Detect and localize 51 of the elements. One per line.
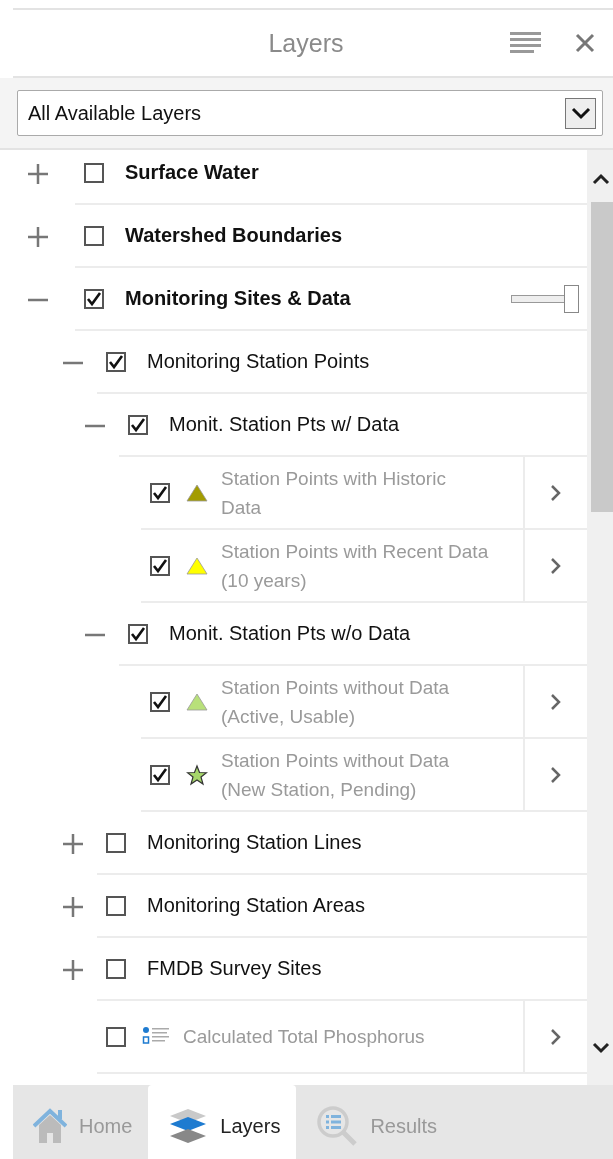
layer-label: Monit. Station Pts w/ Data [169, 413, 400, 436]
close-icon[interactable] [575, 33, 595, 53]
checkbox[interactable] [106, 1026, 126, 1047]
checkbox[interactable] [106, 832, 126, 853]
chevron-right-icon [550, 692, 562, 711]
nav-tab[interactable]: Layers [148, 1085, 297, 1159]
checkbox[interactable] [150, 691, 170, 712]
chevron-right-icon [550, 556, 562, 575]
slider-thumb[interactable] [564, 284, 579, 313]
layer-label: Monitoring Sites & Data [125, 287, 351, 310]
chevron-right-icon [550, 1027, 562, 1046]
checkbox[interactable] [106, 958, 126, 979]
checkbox[interactable] [128, 623, 148, 644]
layer-label: Calculated Total Phosphorus [183, 1025, 426, 1049]
scroll-down-icon[interactable] [592, 1041, 610, 1055]
layer-label: Station Points without Data (Active, Usable) [221, 675, 451, 729]
layer-label: Monitoring Station Lines [147, 831, 362, 854]
layer-label: Station Points with Historic Data [221, 466, 447, 520]
checkbox[interactable] [84, 225, 104, 246]
layer-label: Monit. Station Pts w/o Data [169, 622, 411, 645]
checkbox[interactable] [150, 555, 170, 576]
panel-title: Layers [267, 28, 345, 58]
scrollbar-thumb[interactable] [591, 202, 613, 512]
checkbox[interactable] [150, 482, 170, 503]
layer-label: Watershed Boundaries [125, 224, 343, 247]
expand-icon[interactable] [62, 895, 84, 918]
checkbox[interactable] [84, 288, 104, 309]
chevron-right-icon [550, 765, 562, 784]
scroll-up-icon[interactable] [592, 172, 610, 186]
layer-label: FMDB Survey Sites [147, 957, 322, 980]
checkbox[interactable] [128, 414, 148, 435]
search-results-icon [316, 1105, 359, 1147]
menu-icon[interactable] [509, 31, 543, 55]
expand-icon[interactable] [27, 225, 49, 248]
layer-label: Surface Water [125, 161, 259, 184]
checkbox[interactable] [106, 895, 126, 916]
checkbox[interactable] [84, 162, 104, 183]
layer-label: Station Points without Data (New Station, Pending) [221, 748, 451, 802]
expand-icon[interactable] [62, 832, 84, 855]
opacity-slider[interactable] [511, 284, 579, 313]
checkbox[interactable] [150, 764, 170, 785]
chevron-down-icon [570, 106, 591, 120]
checkbox[interactable] [106, 351, 126, 372]
layer-label: Monitoring Station Points [147, 350, 370, 373]
layer-label: Station Points with Recent Data (10 years) [221, 539, 490, 593]
chevron-right-icon [550, 483, 562, 502]
expand-icon[interactable] [27, 162, 49, 185]
layer-label: Monitoring Station Areas [147, 894, 365, 917]
layer-dropdown[interactable]: All Available Layers [17, 90, 603, 136]
expand-icon[interactable] [62, 958, 84, 981]
home-icon [33, 1107, 67, 1145]
